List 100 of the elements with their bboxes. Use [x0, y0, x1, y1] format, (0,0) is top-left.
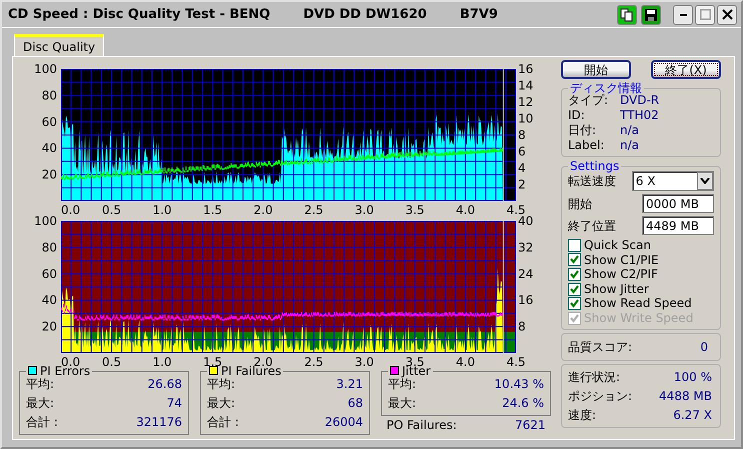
window-title: CD Speed : Disc Quality Test - BENQ [8, 6, 270, 24]
group-title: PI Failures [221, 364, 282, 378]
tab[interactable]: Disc Quality [14, 34, 104, 56]
save-icon [644, 8, 658, 22]
option-label: Show C1/PIE [584, 252, 659, 268]
axis-label: 80 [42, 240, 57, 254]
axis-label: 1.5 [203, 355, 222, 367]
action-button[interactable]: 開始 [561, 60, 631, 79]
axis-label: 12 [518, 95, 534, 109]
axis-label: 2.0 [254, 355, 273, 367]
axis-label: 3.5 [405, 355, 424, 367]
progress-value: 100 % [674, 368, 712, 386]
axis-label: 14 [518, 78, 534, 92]
group-title: ディスク情報 [569, 82, 643, 95]
stat-value: 26.68 [148, 376, 182, 393]
dropdown-value: 6 X [634, 173, 656, 190]
stat-value: 321176 [136, 414, 182, 431]
axis-label: 8 [518, 128, 526, 142]
axis-label: 1.0 [152, 203, 172, 215]
checkbox[interactable] [568, 282, 581, 296]
stat-label: PO Failures: [386, 417, 457, 434]
progress-label: 速度: [568, 406, 596, 424]
info-label: Label: [568, 138, 606, 153]
axis-label: 0.5 [102, 203, 122, 215]
axis-label: 6 [518, 144, 526, 158]
axis-label: 60 [42, 266, 57, 281]
info-label: ID: [568, 108, 586, 123]
option-label: Quick Scan [584, 238, 651, 253]
axis-label: 1.0 [152, 355, 172, 367]
stat-value: 74 [166, 395, 182, 412]
group-title: Settings [569, 160, 620, 173]
axis-label: 40 [42, 141, 57, 156]
minimize-button[interactable] [673, 4, 693, 24]
axis-label: 24 [518, 266, 534, 281]
stat-value: 7621 [514, 417, 546, 434]
input-field[interactable]: 4489 MB [642, 216, 714, 235]
firmware-version: B7V9 [460, 6, 498, 24]
axis-label: 0.5 [102, 355, 122, 367]
speed-dropdown[interactable]: 6 X [632, 171, 714, 191]
stat-label: 平均: [388, 377, 416, 393]
stat-value: 68 [348, 395, 363, 412]
stat-label: 最大: [388, 395, 416, 412]
stat-label: 最大: [207, 395, 236, 412]
checkbox[interactable] [568, 268, 581, 281]
axis-label: 2.5 [304, 355, 324, 367]
axis-label: 4.5 [506, 355, 526, 367]
axis-label: 4 [518, 161, 526, 175]
axis-label: 4.0 [456, 355, 475, 367]
option-label: Show Jitter [584, 282, 649, 296]
info-value: n/a [620, 138, 640, 153]
progress-value: 4488 MB [659, 388, 712, 405]
save-button[interactable] [641, 4, 661, 24]
axis-label: 32 [518, 240, 534, 254]
stat-label: 合計 : [26, 414, 58, 431]
minimize-icon [680, 14, 686, 16]
axis-label: 100 [34, 63, 57, 76]
copy-button[interactable] [617, 4, 637, 24]
info-value: n/a [620, 123, 640, 138]
stat-value: 24.6 % [502, 395, 544, 412]
action-button[interactable]: 終了(X) [651, 60, 721, 79]
info-value: DVD-R [620, 93, 660, 108]
axis-label: 3.0 [354, 355, 374, 367]
maximize-icon [700, 9, 710, 20]
axis-label: 16 [518, 63, 534, 76]
axis-label: 4.5 [506, 203, 526, 215]
axis-label: 80 [42, 88, 57, 102]
checkbox[interactable] [568, 238, 581, 252]
stat-label: 最大: [26, 395, 54, 412]
copy-icon [620, 8, 634, 22]
checkbox[interactable] [568, 253, 581, 266]
option-label: Show Read Speed [584, 296, 692, 311]
stat-value: 10.43 % [494, 376, 544, 393]
stat-label: 平均: [26, 376, 54, 393]
axis-label: 3.5 [405, 203, 424, 215]
stat-value: 3.21 [336, 376, 363, 393]
axis-label: 10 [518, 112, 534, 126]
drive-name: DVD DD DW1620 [303, 6, 427, 24]
field-label: 開始 [568, 196, 592, 212]
info-value: TTH02 [620, 108, 659, 123]
score-label: 品質スコア: [568, 338, 632, 356]
checkbox[interactable] [568, 297, 581, 310]
axis-label: 40 [518, 215, 534, 228]
close-button[interactable] [717, 4, 737, 24]
field-label: 転送速度 [568, 173, 616, 190]
stat-label: 平均: [207, 376, 236, 393]
axis-label: 2 [518, 178, 526, 192]
axis-label: 3.0 [354, 203, 374, 215]
stat-label: 合計 : [207, 414, 239, 431]
group-title: Jitter [402, 364, 431, 378]
axis-label: 8 [518, 320, 526, 334]
close-icon [722, 9, 732, 20]
input-field[interactable]: 0000 MB [642, 194, 714, 213]
progress-label: 進行状況: [568, 368, 620, 386]
axis-label: 0.0 [61, 355, 80, 367]
info-label: タイプ: [568, 93, 608, 108]
axis-label: 1.5 [203, 203, 222, 215]
axis-label: 20 [42, 168, 57, 182]
progress-label: ポジション: [568, 388, 632, 405]
stat-value: 26004 [324, 414, 363, 431]
option-label: Show C2/PIF [584, 267, 658, 282]
